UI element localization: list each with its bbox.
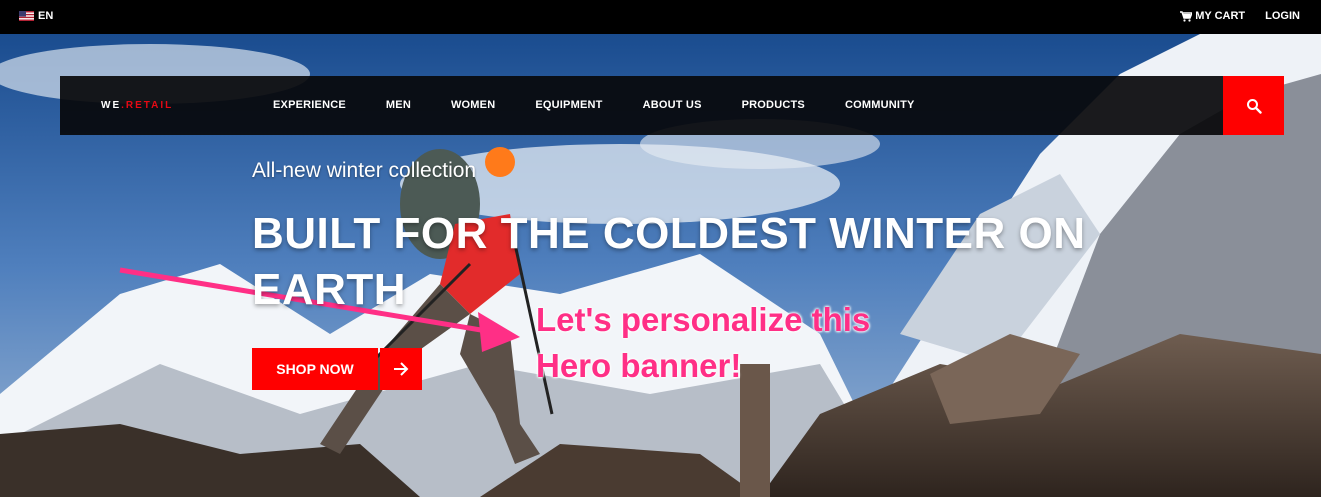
- nav-item-about-us[interactable]: ABOUT US: [643, 99, 702, 111]
- shop-now-button[interactable]: SHOP NOW: [252, 348, 378, 390]
- nav-item-equipment[interactable]: EQUIPMENT: [535, 99, 602, 111]
- search-button[interactable]: [1223, 76, 1284, 135]
- shop-now-arrow-button[interactable]: [380, 348, 422, 390]
- hero-cta: SHOP NOW: [252, 348, 422, 390]
- cart-icon: [1180, 10, 1193, 22]
- language-label: EN: [38, 10, 54, 22]
- nav-item-men[interactable]: MEN: [386, 99, 411, 111]
- personalize-annotation: Let's personalize this Hero banner!: [536, 301, 871, 384]
- search-icon: [1246, 98, 1262, 114]
- main-navigation: WE.RETAIL EXPERIENCE MEN WOMEN EQUIPMENT…: [60, 76, 1223, 135]
- we-retail-logo[interactable]: WE.RETAIL: [101, 100, 173, 111]
- us-flag-icon: [19, 11, 34, 21]
- my-cart-label: MY CART: [1195, 10, 1246, 22]
- nav-item-products[interactable]: PRODUCTS: [742, 99, 805, 111]
- nav-item-community[interactable]: COMMUNITY: [845, 99, 915, 111]
- nav-item-women[interactable]: WOMEN: [451, 99, 495, 111]
- nav-item-experience[interactable]: EXPERIENCE: [273, 99, 346, 111]
- logo-part-we: WE: [101, 100, 122, 111]
- top-utility-bar: EN MY CART LOGIN: [0, 0, 1321, 34]
- my-cart-link[interactable]: MY CART: [1180, 10, 1245, 22]
- logo-part-retail: RETAIL: [125, 100, 174, 111]
- login-link[interactable]: LOGIN: [1265, 10, 1300, 22]
- language-selector[interactable]: EN: [19, 10, 53, 22]
- hero-kicker: All-new winter collection: [252, 159, 477, 182]
- arrow-right-icon: [394, 362, 409, 376]
